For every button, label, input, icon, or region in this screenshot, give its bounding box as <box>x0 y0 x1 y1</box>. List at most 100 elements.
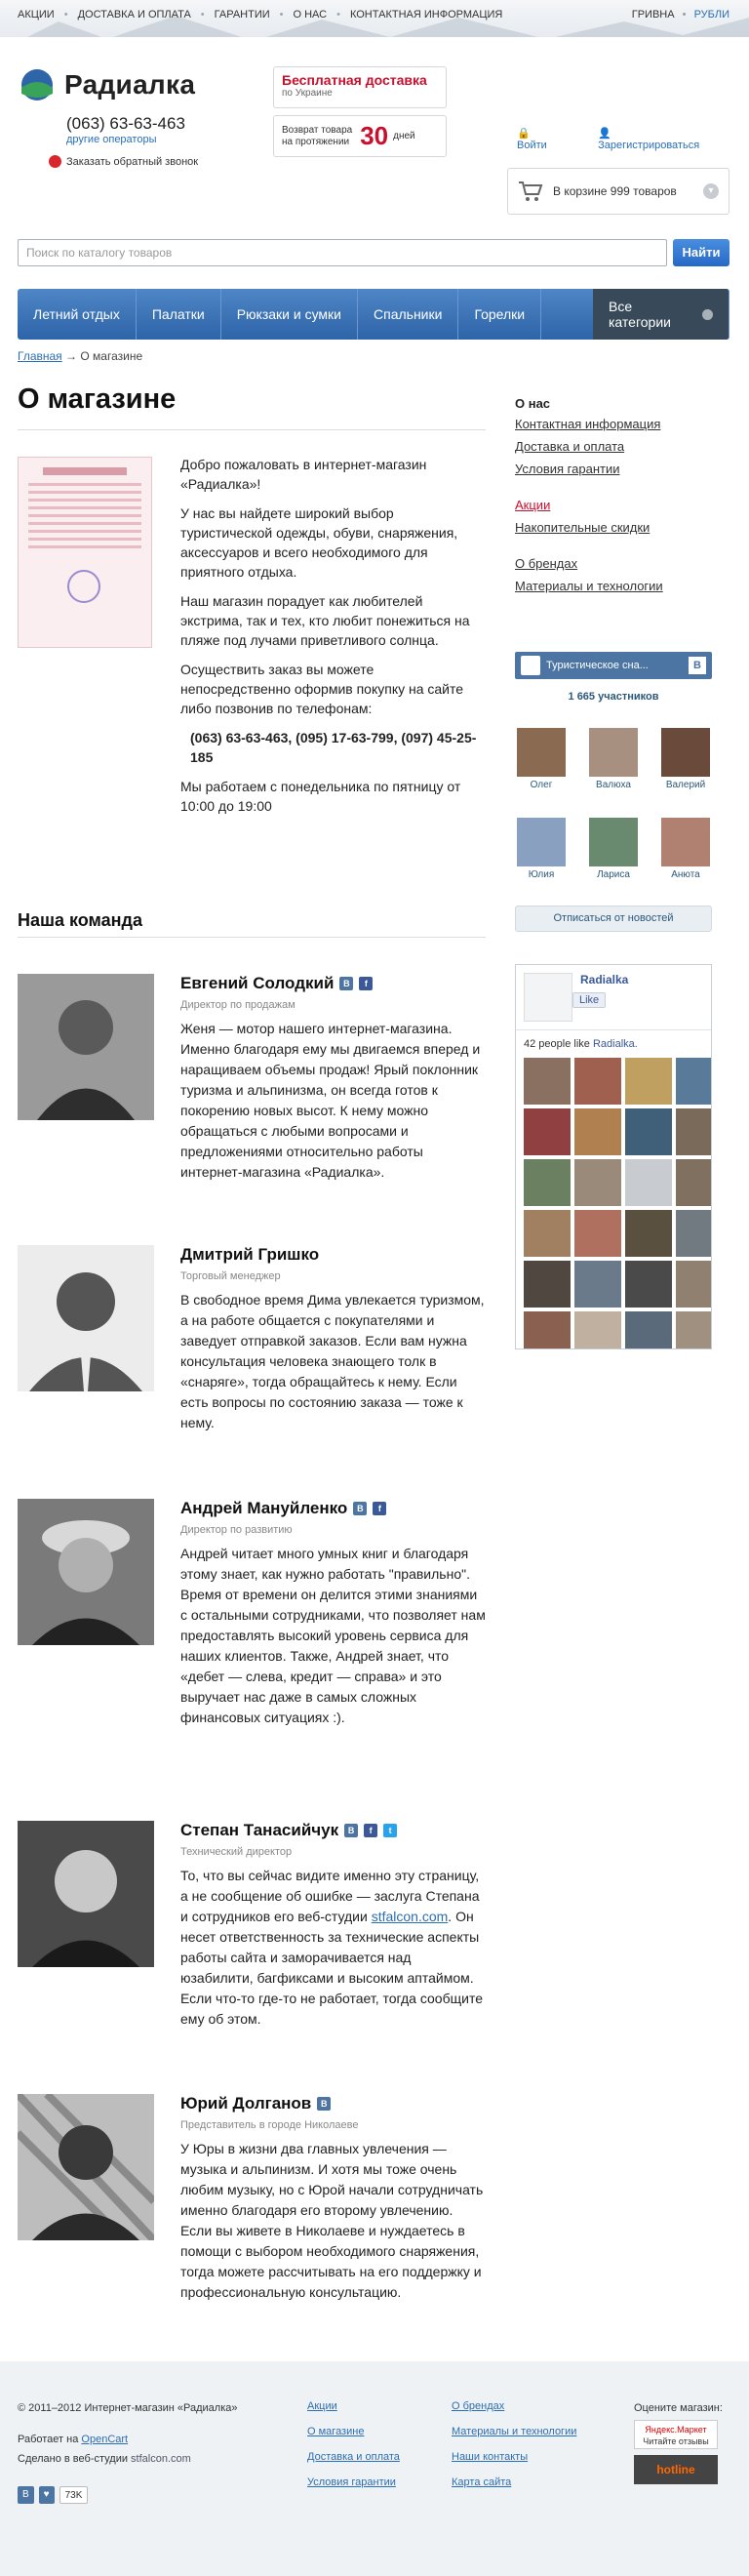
sidebar-item-contacts[interactable]: Контактная информация <box>515 417 712 431</box>
intro-p1: Добро пожаловать в интернет-магазин «Рад… <box>180 457 427 492</box>
currency-separator: • <box>682 9 687 20</box>
divider <box>18 429 486 430</box>
vk-like-icon[interactable]: ♥ <box>38 2486 55 2504</box>
footer-col-2: О брендах Материалы и технологии Наши ко… <box>452 2400 576 2502</box>
top-nav-warranty[interactable]: ГАРАНТИИ <box>215 9 270 20</box>
sidebar-item-materials[interactable]: Материалы и технологии <box>515 579 712 593</box>
facebook-page-link[interactable]: Radialka. <box>593 1038 638 1050</box>
rate-store: Оцените магазин: Яндекс.Маркет Читайте от… <box>634 2402 723 2484</box>
footer-link[interactable]: Акции <box>307 2400 400 2412</box>
facebook-header: Radialka Like <box>516 965 711 1030</box>
member-photo <box>18 974 154 1120</box>
vk-member[interactable]: Олег <box>515 728 568 790</box>
vk-group-title: Туристическое сна... <box>546 660 649 671</box>
member-photo <box>18 1499 154 1645</box>
facebook-icon[interactable]: f <box>364 1824 378 1837</box>
facebook-widget: Radialka Like 42 people like Radialka. <box>515 964 712 1349</box>
facebook-icon[interactable]: f <box>359 977 374 990</box>
member-name: Юрий Долганов <box>180 2094 312 2113</box>
vk-header[interactable]: Туристическое сна... В <box>515 652 712 679</box>
vk-member[interactable]: Валюха <box>587 728 640 790</box>
member-desc: То, что вы сейчас видите именно эту стра… <box>180 1868 483 2027</box>
footer-made: Сделано в веб-студии stfalcon.com <box>18 2453 191 2465</box>
footer-col-1: Акции О магазине Доставка и оплата Услов… <box>307 2400 400 2502</box>
top-nav-contacts[interactable]: КОНТАКТНАЯ ИНФОРМАЦИЯ <box>350 9 502 20</box>
member-desc: У Юры в жизни два главных увлечения — му… <box>180 2141 484 2300</box>
currency-uah[interactable]: ГРИВНА <box>632 9 675 20</box>
top-nav: АКЦИИ • ДОСТАВКА И ОПЛАТА • ГАРАНТИИ • О НА… <box>18 9 503 20</box>
footer-copyright: © 2011–2012 Интернет-магазин «Радиалка» <box>18 2402 238 2414</box>
sidebar-item-delivery[interactable]: Доставка и оплата <box>515 439 712 454</box>
member-desc: Андрей читает много умных книг и благода… <box>180 1546 486 1725</box>
unsubscribe-button[interactable]: Отписаться от новостей <box>515 906 712 932</box>
vk-icon[interactable]: В <box>339 977 354 990</box>
twitter-icon[interactable]: t <box>383 1824 398 1837</box>
vk-icon[interactable]: В <box>18 2486 34 2504</box>
hotline-badge[interactable]: hotline <box>634 2455 718 2484</box>
currency-switch: ГРИВНА • РУБЛИ <box>632 9 729 20</box>
footer-link[interactable]: О магазине <box>307 2426 400 2437</box>
footer-link[interactable]: Карта сайта <box>452 2476 576 2488</box>
vk-members-row: Юлия Лариса Анюта <box>515 818 712 880</box>
facebook-page-name[interactable]: Radialka <box>580 973 628 986</box>
page-title: О магазине <box>18 383 177 415</box>
member-photo <box>18 2094 154 2240</box>
facebook-page-logo <box>524 973 572 1022</box>
facebook-like-button[interactable]: Like <box>572 992 607 1008</box>
top-nav-delivery[interactable]: ДОСТАВКА И ОПЛАТА <box>78 9 191 20</box>
vk-member[interactable]: Юлия <box>515 818 568 880</box>
footer-link[interactable]: Наши контакты <box>452 2451 576 2463</box>
vk-icon[interactable]: В <box>344 1824 359 1837</box>
top-nav-about[interactable]: О НАС <box>294 9 328 20</box>
stfalcon-link[interactable]: stfalcon.com <box>372 1909 449 1924</box>
sidebar-item-discounts[interactable]: Накопительные скидки <box>515 520 712 535</box>
member-desc: В свободное время Дима увлекается туризм… <box>180 1292 485 1430</box>
member-role: Представитель в городе Николаеве <box>180 2119 359 2131</box>
intro-p2: У нас вы найдете широкий выбор туристиче… <box>180 505 458 580</box>
vk-members-row: Олег Валюха Валерий <box>515 728 712 790</box>
sidebar-item-brands[interactable]: О брендах <box>515 556 712 571</box>
intro-text: Добро пожаловать в интернет-магазин «Рад… <box>180 455 485 825</box>
vk-group-logo <box>521 656 540 675</box>
footer-link[interactable]: Материалы и технологии <box>452 2426 576 2437</box>
sidebar: О нас Контактная информация Доставка и о… <box>515 396 712 601</box>
certificate-image[interactable] <box>18 457 152 648</box>
facebook-fans-grid <box>516 1058 711 1348</box>
footer-link[interactable]: О брендах <box>452 2400 576 2412</box>
footer-powered: Работает на OpenCart <box>18 2434 129 2445</box>
vk-icon[interactable]: В <box>317 2097 332 2111</box>
member-role: Технический директор <box>180 1846 293 1858</box>
footer-social: В ♥ 73K <box>18 2486 93 2504</box>
top-nav-promos[interactable]: АКЦИИ <box>18 9 55 20</box>
sidebar-item-warranty[interactable]: Условия гарантии <box>515 462 712 476</box>
top-bar: АКЦИИ • ДОСТАВКА И ОПЛАТА • ГАРАНТИИ • О НА… <box>0 0 749 37</box>
footer-link[interactable]: Доставка и оплата <box>307 2451 400 2463</box>
member-name: Евгений Солодкий <box>180 974 335 992</box>
opencart-link[interactable]: OpenCart <box>81 2434 128 2445</box>
vk-icon: В <box>689 657 706 674</box>
vk-widget: Туристическое сна... В 1 665 участников <box>515 652 712 730</box>
currency-rub[interactable]: РУБЛИ <box>694 9 729 20</box>
member-name: Степан Танасийчук <box>180 1821 339 1839</box>
member-role: Директор по продажам <box>180 999 296 1011</box>
divider <box>18 937 486 938</box>
footer-link[interactable]: Условия гарантии <box>307 2476 400 2488</box>
rate-label: Оцените магазин: <box>634 2402 723 2414</box>
main-content: О магазине Добро пожаловать в интернет-м… <box>0 37 749 2300</box>
facebook-icon[interactable]: f <box>373 1502 387 1515</box>
sidebar-item-promos[interactable]: Акции <box>515 498 712 512</box>
member-name: Андрей Мануйленко <box>180 1499 348 1517</box>
vk-member[interactable]: Анюта <box>659 818 712 880</box>
vk-member[interactable]: Валерий <box>659 728 712 790</box>
intro-p3: Наш магазин порадует как любителей экстр… <box>180 593 470 648</box>
vk-member-count: 1 665 участников <box>568 691 659 703</box>
vk-member[interactable]: Лариса <box>587 818 640 880</box>
vk-like-count: 73K <box>59 2486 89 2504</box>
intro-hours: Мы работаем с понедельника по пятницу от… <box>180 779 461 814</box>
member-photo <box>18 1821 154 1967</box>
team-title: Наша команда <box>18 910 142 930</box>
yandex-market-badge[interactable]: Яндекс.Маркет Читайте отзывы <box>634 2420 718 2449</box>
studio-link[interactable]: stfalcon.com <box>131 2453 191 2465</box>
vk-icon[interactable]: В <box>353 1502 368 1515</box>
member-role: Директор по развитию <box>180 1524 293 1536</box>
